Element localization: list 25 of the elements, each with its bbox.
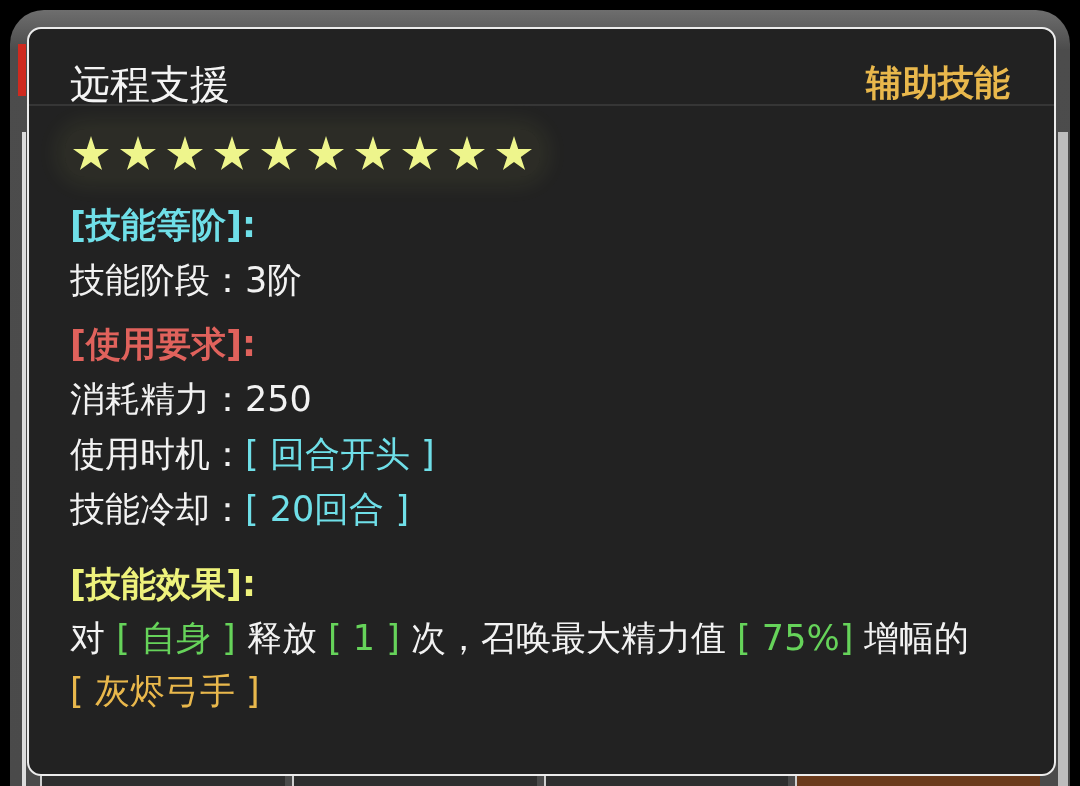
star-icon (496, 136, 532, 170)
stat-value: [ 20回合 ] (245, 488, 410, 531)
star-icon (73, 136, 109, 170)
star-icon (261, 136, 297, 170)
effect-description: 对 [ 自身 ] 释放 [ 1 ] 次，召唤最大精力值 [ 75%] 增幅的 [ 灰烬弓手 ] (70, 617, 971, 713)
stat-label: 技能冷却： (70, 488, 245, 531)
skill-title: 远程支援 (70, 64, 230, 104)
star-icon (167, 136, 203, 170)
stat-value: [ 回合开头 ] (245, 433, 435, 476)
accent-bar (18, 44, 26, 96)
section-heading: [技能效果]: (70, 563, 257, 606)
star-icon (449, 136, 485, 170)
star-icon (308, 136, 344, 170)
section-heading: [技能等阶]: (70, 204, 257, 247)
stat-value: 250 (245, 378, 312, 421)
stat-value: 3阶 (245, 259, 303, 302)
star-icon (355, 136, 391, 170)
skill-category: 辅助技能 (866, 65, 1010, 104)
star-icon (214, 136, 250, 170)
stat-label: 消耗精力： (70, 378, 245, 421)
stat-label: 技能阶段： (70, 259, 245, 302)
section-heading: [使用要求]: (70, 323, 257, 366)
star-icon (402, 136, 438, 170)
stat-label: 使用时机： (70, 433, 245, 476)
star-icon (120, 136, 156, 170)
